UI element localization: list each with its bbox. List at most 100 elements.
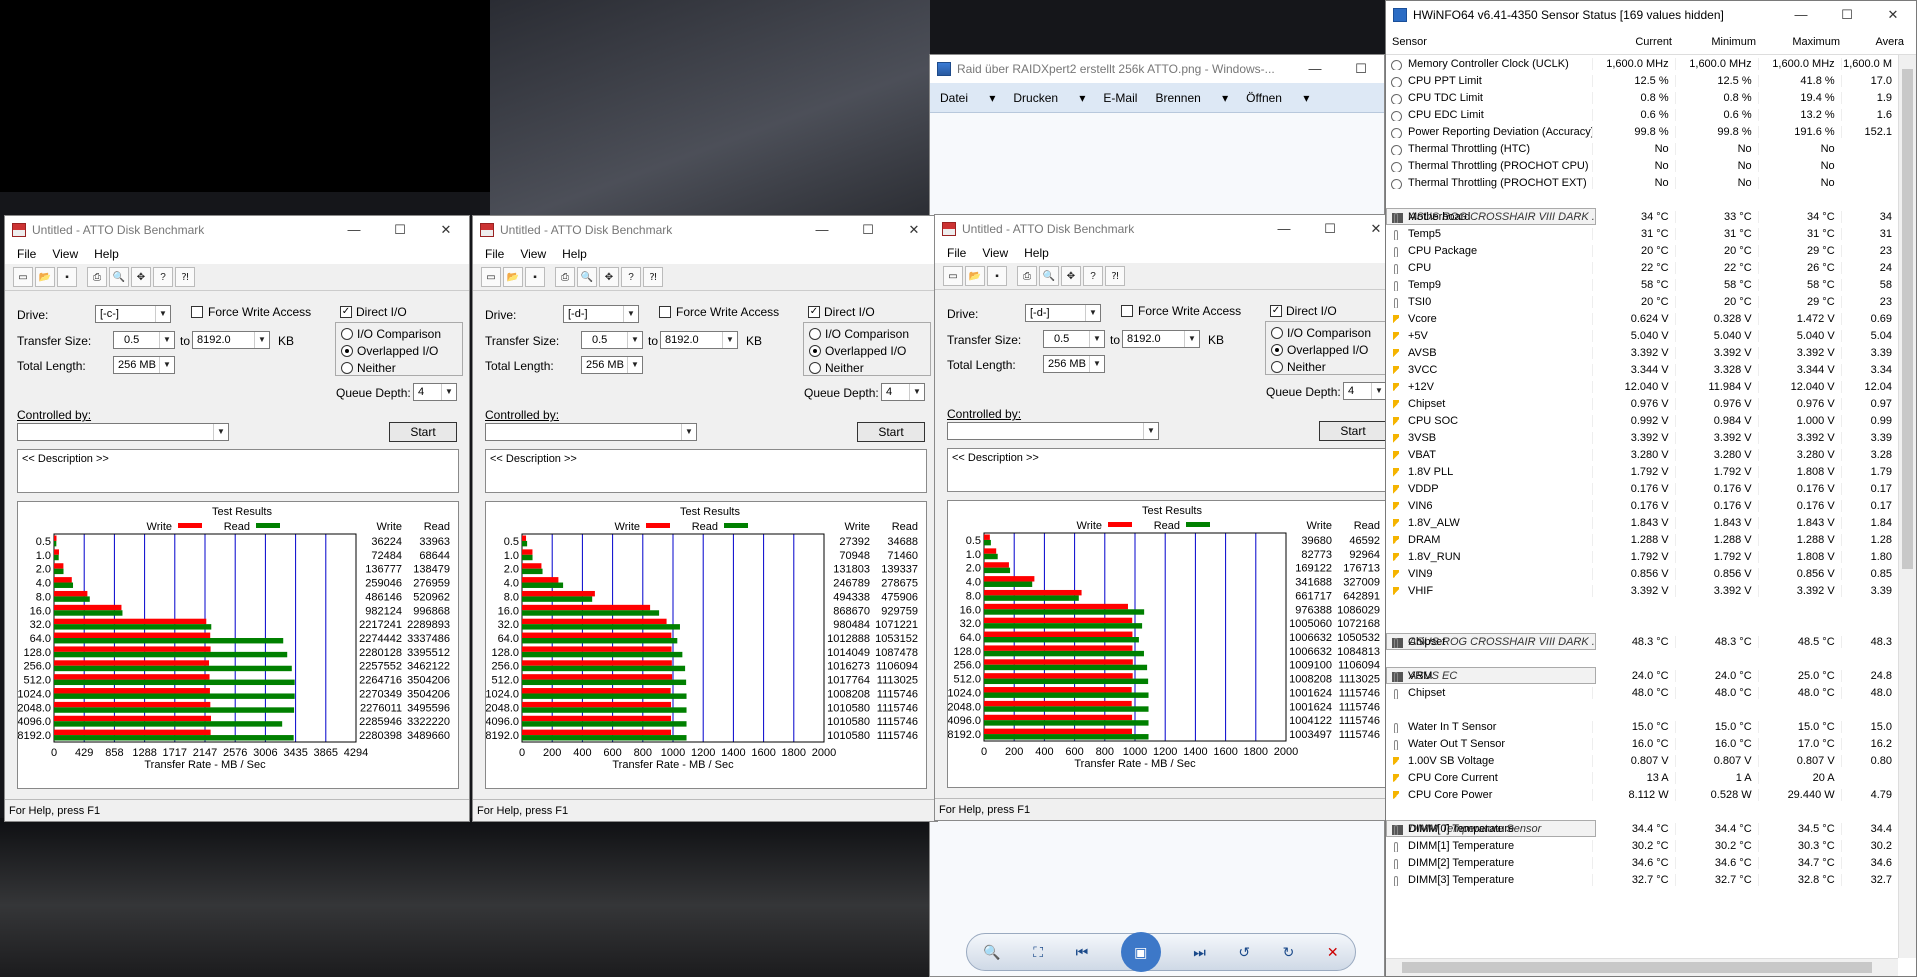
sensor-row[interactable]: Temp9 58 °C 58 °C 58 °C 58 (1386, 276, 1898, 293)
sensor-row[interactable]: CPU Package 20 °C 20 °C 29 °C 23 (1386, 242, 1898, 259)
sensor-row[interactable]: Thermal Throttling (HTC) No No No (1386, 140, 1898, 157)
start-button[interactable]: Start (1319, 421, 1387, 441)
sensor-row[interactable]: 3VSB 3.392 V 3.392 V 3.392 V 3.39 (1386, 429, 1898, 446)
new-icon[interactable]: ▭ (943, 266, 963, 286)
menu-brennen[interactable]: Brennen ▾ (1155, 91, 1228, 105)
sensor-row[interactable]: CPU TDC Limit 0.8 % 0.8 % 19.4 % 1.9 (1386, 89, 1898, 106)
save-icon[interactable]: ▪ (57, 267, 77, 287)
next-icon[interactable]: ⏭ (1193, 944, 1206, 961)
delete-icon[interactable]: ✕ (1327, 944, 1339, 961)
neither-radio[interactable] (341, 362, 353, 374)
sensor-row[interactable]: 1.8V_RUN 1.792 V 1.792 V 1.808 V 1.80 (1386, 548, 1898, 565)
print-preview-icon[interactable]: 🔍 (1039, 266, 1059, 286)
open-icon[interactable]: 📂 (35, 267, 55, 287)
print-preview-icon[interactable]: 🔍 (109, 267, 129, 287)
menu-datei[interactable]: Datei ▾ (940, 91, 995, 105)
controlled-by-select[interactable]: ▼ (17, 423, 229, 441)
minimize-icon[interactable]: — (1261, 221, 1307, 237)
sensor-row[interactable]: Vcore 0.624 V 0.328 V 1.472 V 0.69 (1386, 310, 1898, 327)
sensor-row[interactable]: 1.8V_ALW 1.843 V 1.843 V 1.843 V 1.84 (1386, 514, 1898, 531)
help-icon[interactable]: ? (1083, 266, 1103, 286)
hwinfo-vertical-scrollbar[interactable] (1898, 55, 1916, 958)
neither-radio[interactable] (809, 362, 821, 374)
sensor-row[interactable]: CPU EDC Limit 0.6 % 0.6 % 13.2 % 1.6 (1386, 106, 1898, 123)
sensor-row[interactable]: 1.8V PLL 1.792 V 1.792 V 1.808 V 1.79 (1386, 463, 1898, 480)
save-icon[interactable]: ▪ (987, 266, 1007, 286)
description-field[interactable]: << Description >> (485, 449, 927, 493)
sensor-row[interactable]: CPU Core Current 13 A 1 A 20 A (1386, 769, 1898, 786)
drive-select[interactable]: [-c-] ▼ (95, 305, 171, 323)
rotate-left-icon[interactable]: ↺ (1238, 944, 1250, 961)
scroll-thumb[interactable] (1902, 69, 1913, 569)
menu-help[interactable]: Help (554, 244, 595, 264)
overlapped-io-radio[interactable] (1271, 344, 1283, 356)
sensor-row[interactable]: AVSB 3.392 V 3.392 V 3.392 V 3.39 (1386, 344, 1898, 361)
rotate-right-icon[interactable]: ↻ (1283, 944, 1295, 961)
sensor-row[interactable]: Chipset 48.0 °C 48.0 °C 48.0 °C 48.0 (1386, 684, 1898, 701)
print-icon[interactable]: ⎙ (1017, 266, 1037, 286)
menu-file[interactable]: File (939, 243, 974, 263)
sensor-row[interactable]: Motherboard 34 °C 33 °C 34 °C 34 (1386, 208, 1898, 225)
menu-help[interactable]: Help (1016, 243, 1057, 263)
drive-select[interactable]: [-d-] ▼ (563, 305, 639, 323)
overlapped-io-radio[interactable] (341, 345, 353, 357)
fit-window-icon[interactable]: ⛶ (1033, 944, 1043, 961)
sensor-row[interactable]: VBAT 3.280 V 3.280 V 3.280 V 3.28 (1386, 446, 1898, 463)
sensor-row[interactable]: Thermal Throttling (PROCHOT EXT) No No N… (1386, 174, 1898, 191)
minimize-icon[interactable]: — (331, 222, 377, 238)
context-help-icon[interactable]: ⁈ (1105, 266, 1125, 286)
sensor-row[interactable]: CPU PPT Limit 12.5 % 12.5 % 41.8 % 17.0 (1386, 72, 1898, 89)
maximize-icon[interactable]: ☐ (1824, 7, 1870, 23)
direct-io-checkbox[interactable]: ✓ (808, 306, 820, 318)
sensor-row[interactable]: CPU SOC 0.992 V 0.984 V 1.000 V 0.99 (1386, 412, 1898, 429)
menu-drucken[interactable]: Drucken ▾ (1013, 91, 1085, 105)
drive-select[interactable]: [-d-] ▼ (1025, 304, 1101, 322)
open-icon[interactable]: 📂 (965, 266, 985, 286)
help-icon[interactable]: ? (621, 267, 641, 287)
force-write-access-checkbox[interactable] (191, 306, 203, 318)
io-comparison-radio[interactable] (341, 328, 353, 340)
print-preview-icon[interactable]: 🔍 (577, 267, 597, 287)
context-help-icon[interactable]: ⁈ (175, 267, 195, 287)
move-icon[interactable]: ✥ (131, 267, 151, 287)
transfer-size-to-select[interactable]: 8192.0 ▼ (1122, 330, 1200, 348)
start-button[interactable]: Start (857, 422, 925, 442)
sensor-row[interactable]: Water Out T Sensor 16.0 °C 16.0 °C 17.0 … (1386, 735, 1898, 752)
total-length-select[interactable]: 256 MB ▼ (1043, 355, 1105, 373)
sensor-row[interactable]: CPU Core Power 8.112 W 0.528 W 29.440 W … (1386, 786, 1898, 803)
transfer-size-to-select[interactable]: 8192.0 ▼ (192, 331, 270, 349)
transfer-size-to-select[interactable]: 8192.0 ▼ (660, 331, 738, 349)
new-icon[interactable]: ▭ (13, 267, 33, 287)
overlapped-io-radio[interactable] (809, 345, 821, 357)
move-icon[interactable]: ✥ (1061, 266, 1081, 286)
menu-view[interactable]: View (44, 244, 86, 264)
col-maximum[interactable]: Maximum (1762, 36, 1846, 48)
sensor-row[interactable]: Power Reporting Deviation (Accuracy) 99.… (1386, 123, 1898, 140)
new-icon[interactable]: ▭ (481, 267, 501, 287)
col-average[interactable]: Avera (1846, 36, 1904, 48)
sensor-row[interactable]: VIN6 0.176 V 0.176 V 0.176 V 0.17 (1386, 497, 1898, 514)
minimize-icon[interactable]: — (799, 222, 845, 238)
menu-email[interactable]: E-Mail (1103, 91, 1137, 105)
maximize-icon[interactable]: ☐ (1338, 61, 1384, 77)
sensor-row[interactable]: DIMM[1] Temperature 30.2 °C 30.2 °C 30.3… (1386, 837, 1898, 854)
start-button[interactable]: Start (389, 422, 457, 442)
maximize-icon[interactable]: ☐ (845, 222, 891, 238)
context-help-icon[interactable]: ⁈ (643, 267, 663, 287)
sensor-row[interactable]: VDDP 0.176 V 0.176 V 0.176 V 0.17 (1386, 480, 1898, 497)
queue-depth-select[interactable]: 4 ▼ (1343, 382, 1387, 400)
sensor-row[interactable]: VHIF 3.392 V 3.392 V 3.392 V 3.39 (1386, 582, 1898, 599)
transfer-size-from-select[interactable]: 0.5 ▼ (1043, 330, 1105, 348)
hwinfo-horizontal-scrollbar[interactable] (1386, 958, 1898, 976)
maximize-icon[interactable]: ☐ (377, 222, 423, 238)
help-icon[interactable]: ? (153, 267, 173, 287)
sensor-row[interactable]: VIN9 0.856 V 0.856 V 0.856 V 0.85 (1386, 565, 1898, 582)
sensor-row[interactable]: Thermal Throttling (PROCHOT CPU) No No N… (1386, 157, 1898, 174)
io-comparison-radio[interactable] (1271, 327, 1283, 339)
description-field[interactable]: << Description >> (17, 449, 459, 493)
force-write-access-checkbox[interactable] (659, 306, 671, 318)
col-current[interactable]: Current (1594, 36, 1678, 48)
menu-view[interactable]: View (974, 243, 1016, 263)
menu-view[interactable]: View (512, 244, 554, 264)
sensor-row[interactable]: DRAM 1.288 V 1.288 V 1.288 V 1.28 (1386, 531, 1898, 548)
